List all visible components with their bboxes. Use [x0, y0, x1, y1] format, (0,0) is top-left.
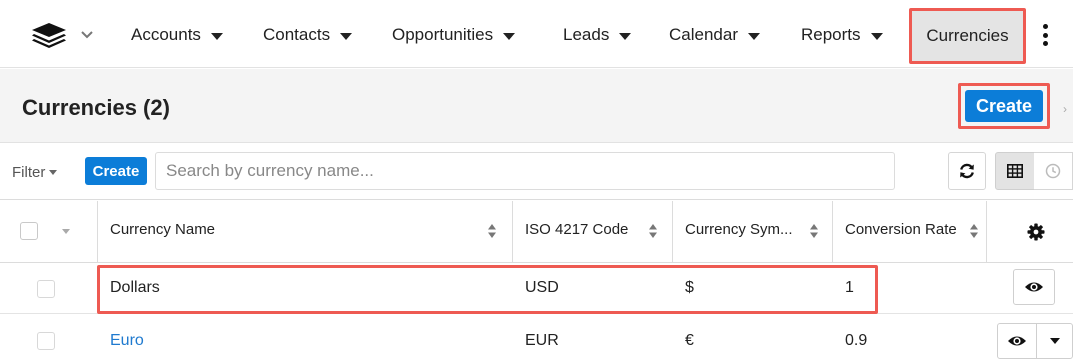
table-row: Euro EUR € 0.9	[0, 315, 1073, 363]
refresh-button[interactable]	[948, 152, 986, 190]
grid-icon	[1007, 164, 1023, 178]
chevron-right-icon[interactable]: ›	[1063, 102, 1067, 116]
caret-down-icon	[870, 32, 883, 40]
refresh-icon	[960, 163, 974, 179]
table-header: Currency Name ISO 4217 Code Currency Sym…	[0, 201, 1073, 263]
sort-icon[interactable]	[648, 223, 658, 239]
list-view-button[interactable]	[995, 152, 1035, 190]
clock-icon	[1045, 163, 1061, 179]
nav-item-reports[interactable]: Reports	[801, 22, 883, 48]
iso-code: USD	[525, 279, 559, 296]
search-input[interactable]	[155, 152, 895, 190]
nav-item-label: Reports	[801, 25, 861, 44]
filter-label: Filter	[12, 163, 46, 181]
caret-down-icon	[49, 169, 58, 175]
nav-item-accounts[interactable]: Accounts	[131, 22, 223, 48]
row-checkbox[interactable]	[37, 280, 55, 298]
top-nav: Accounts Contacts Opportunities Leads Ca…	[0, 0, 1073, 68]
caret-down-icon	[503, 32, 516, 40]
nav-item-opportunities[interactable]: Opportunities	[392, 22, 516, 48]
table-row: Dollars USD $ 1	[0, 263, 1073, 314]
conversion-rate: 1	[845, 279, 854, 296]
page-header: Currencies (2) Create ›	[0, 69, 1073, 143]
row-checkbox[interactable]	[37, 332, 55, 350]
nav-item-label: Calendar	[669, 25, 738, 44]
create-button[interactable]: Create	[965, 90, 1043, 122]
chevron-down-icon[interactable]	[80, 30, 94, 40]
preview-button[interactable]	[998, 324, 1036, 358]
page-title: Currencies (2)	[22, 95, 170, 120]
currency-symbol: $	[685, 279, 694, 296]
iso-code: EUR	[525, 332, 559, 349]
caret-down-icon	[619, 32, 632, 40]
currency-symbol: €	[685, 332, 694, 349]
column-header-currency-symbol[interactable]: Currency Sym...	[685, 221, 793, 238]
eye-icon	[1025, 282, 1043, 292]
select-all-caret-icon[interactable]	[62, 229, 70, 234]
column-header-conversion-rate[interactable]: Conversion Rate	[845, 221, 957, 238]
nav-item-label: Accounts	[131, 25, 201, 44]
filter-dropdown[interactable]: Filter	[12, 158, 58, 186]
gear-icon[interactable]	[1027, 223, 1045, 241]
caret-down-icon	[210, 32, 223, 40]
caret-down-icon	[1050, 338, 1060, 344]
preview-button[interactable]	[1013, 269, 1055, 305]
nav-item-label: Leads	[563, 25, 610, 44]
row-actions-dropdown[interactable]	[1037, 324, 1073, 358]
filter-bar: Filter Create	[0, 144, 1073, 200]
currency-name: Dollars	[110, 279, 160, 296]
sort-icon[interactable]	[809, 223, 819, 239]
filter-create-button[interactable]: Create	[85, 157, 147, 185]
kebab-icon[interactable]	[1040, 24, 1050, 46]
column-header-iso-code[interactable]: ISO 4217 Code	[525, 221, 628, 238]
sort-icon[interactable]	[487, 223, 497, 239]
nav-item-contacts[interactable]: Contacts	[263, 22, 353, 48]
timeline-view-button[interactable]	[1034, 152, 1073, 190]
nav-item-calendar[interactable]: Calendar	[669, 22, 760, 48]
nav-item-leads[interactable]: Leads	[563, 22, 632, 48]
select-all-checkbox[interactable]	[20, 222, 38, 240]
nav-item-label: Opportunities	[392, 25, 494, 44]
column-header-currency-name[interactable]: Currency Name	[110, 221, 215, 238]
nav-item-currencies[interactable]: Currencies	[909, 8, 1026, 64]
row-actions	[997, 323, 1073, 359]
nav-item-label: Contacts	[263, 25, 331, 44]
caret-down-icon	[748, 32, 760, 40]
currency-name-link[interactable]: Euro	[110, 332, 144, 350]
sort-icon[interactable]	[969, 223, 979, 239]
caret-down-icon	[340, 32, 353, 40]
eye-icon	[1008, 336, 1026, 346]
conversion-rate: 0.9	[845, 332, 868, 349]
layers-icon[interactable]	[30, 22, 68, 48]
